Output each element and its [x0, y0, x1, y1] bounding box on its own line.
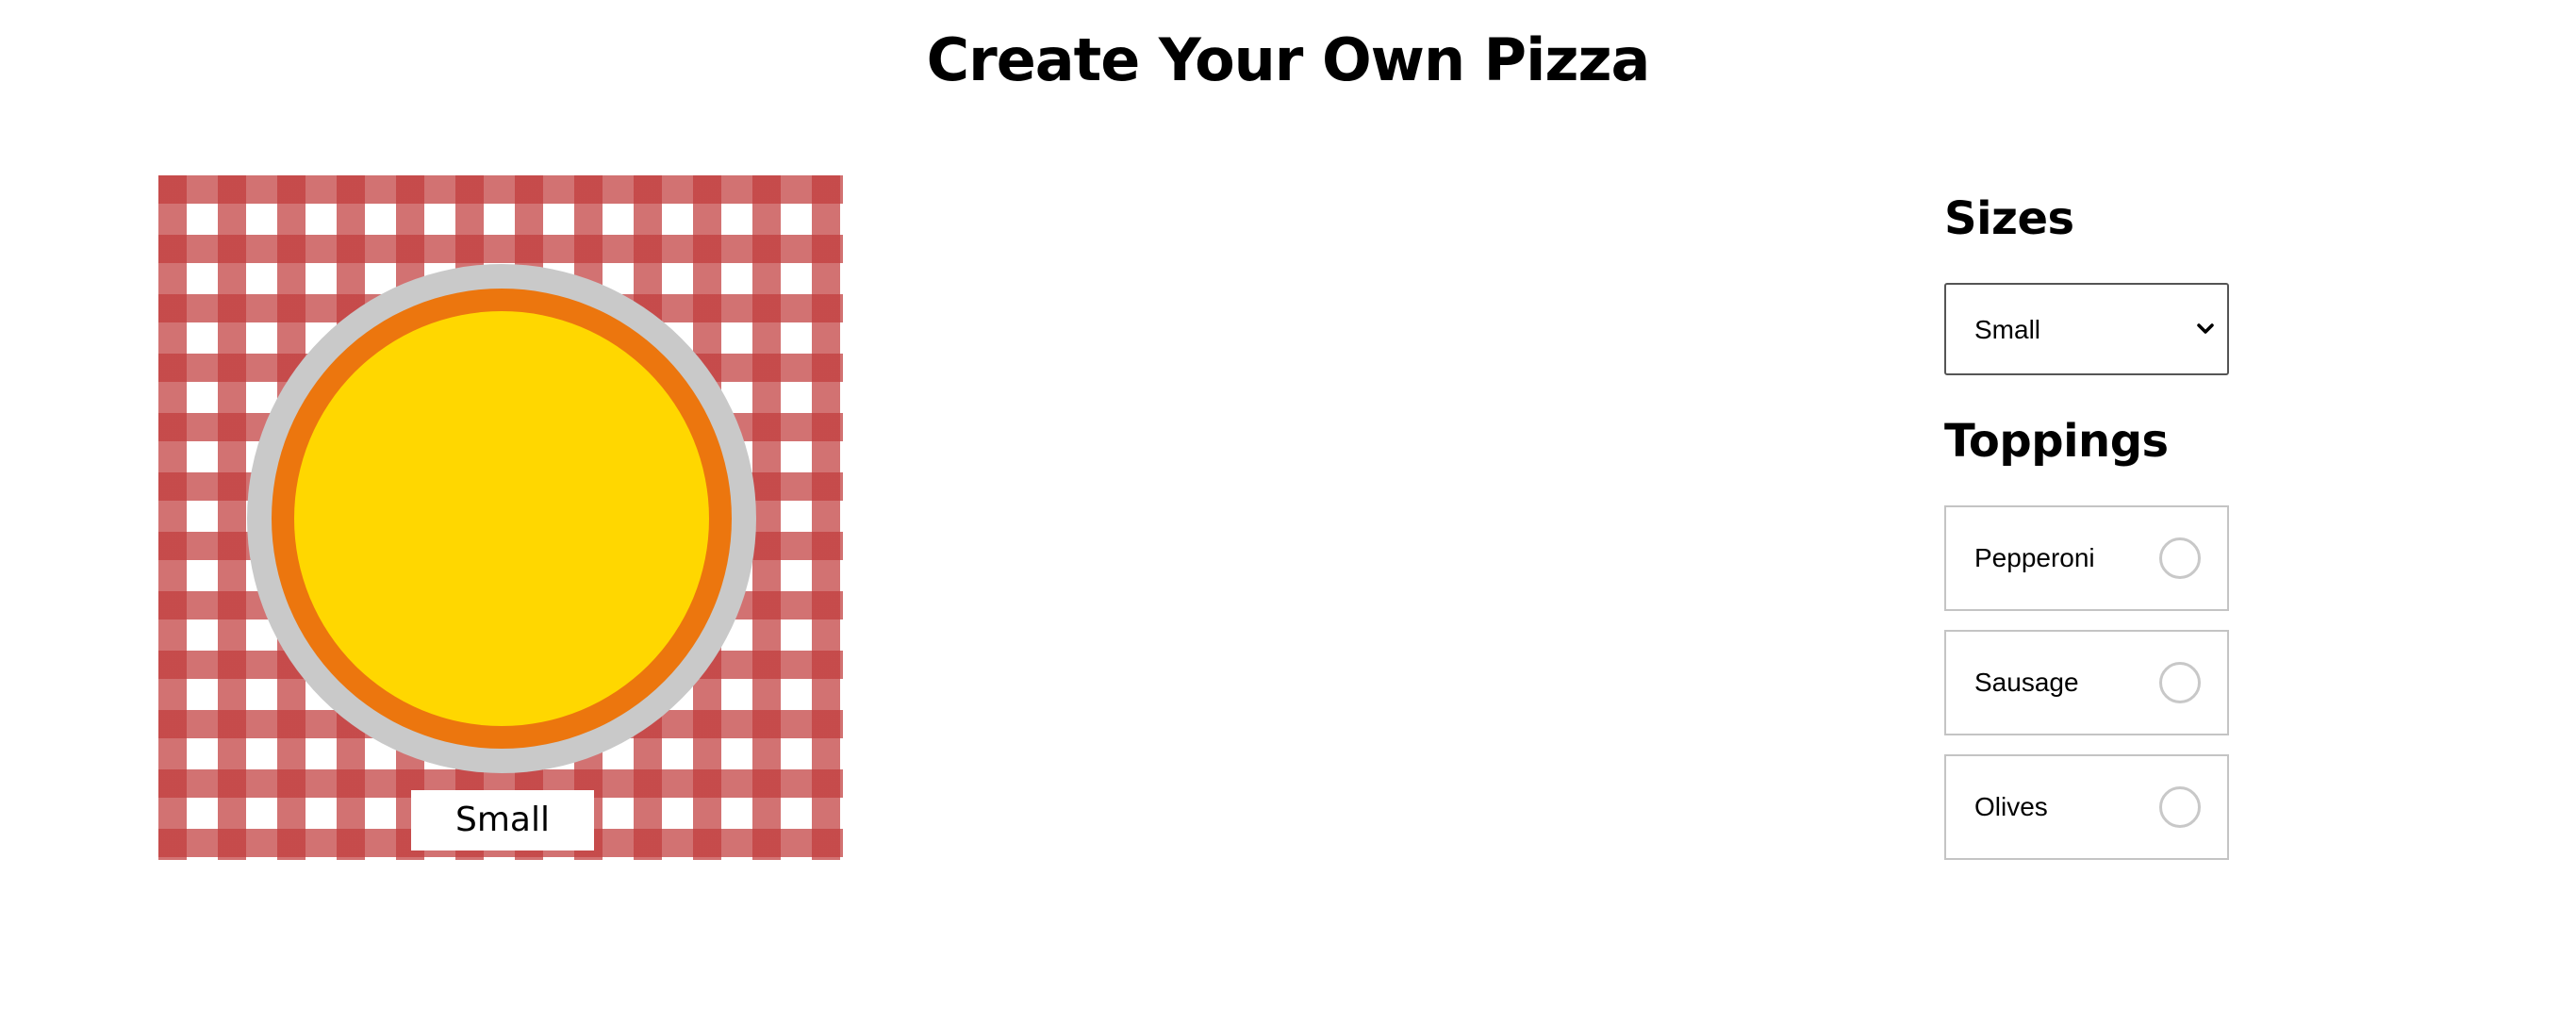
- size-select[interactable]: Small: [1944, 283, 2229, 375]
- topping-checkbox[interactable]: [2159, 786, 2201, 828]
- tablecloth-background: Small: [158, 175, 843, 860]
- pizza-cheese: [294, 311, 709, 726]
- topping-option-sausage[interactable]: Sausage: [1944, 630, 2229, 735]
- topping-checkbox[interactable]: [2159, 662, 2201, 703]
- pizza-builder-page: Create Your Own Pizza Small Sizes Small …: [0, 0, 2576, 1024]
- topping-option-pepperoni[interactable]: Pepperoni: [1944, 505, 2229, 611]
- size-select-value: Small: [1974, 315, 2041, 344]
- pizza-plate: [247, 264, 756, 773]
- pizza-size-label: Small: [411, 790, 594, 851]
- topping-label: Sausage: [1974, 668, 2079, 697]
- topping-checkbox[interactable]: [2159, 537, 2201, 579]
- toppings-heading: Toppings: [1944, 415, 2169, 468]
- topping-option-olives[interactable]: Olives: [1944, 754, 2229, 860]
- page-title: Create Your Own Pizza: [926, 25, 1651, 94]
- topping-label: Pepperoni: [1974, 543, 2095, 572]
- pizza-crust: [272, 289, 732, 749]
- topping-label: Olives: [1974, 792, 2048, 821]
- chevron-down-icon: [2195, 319, 2216, 339]
- sizes-heading: Sizes: [1944, 192, 2074, 245]
